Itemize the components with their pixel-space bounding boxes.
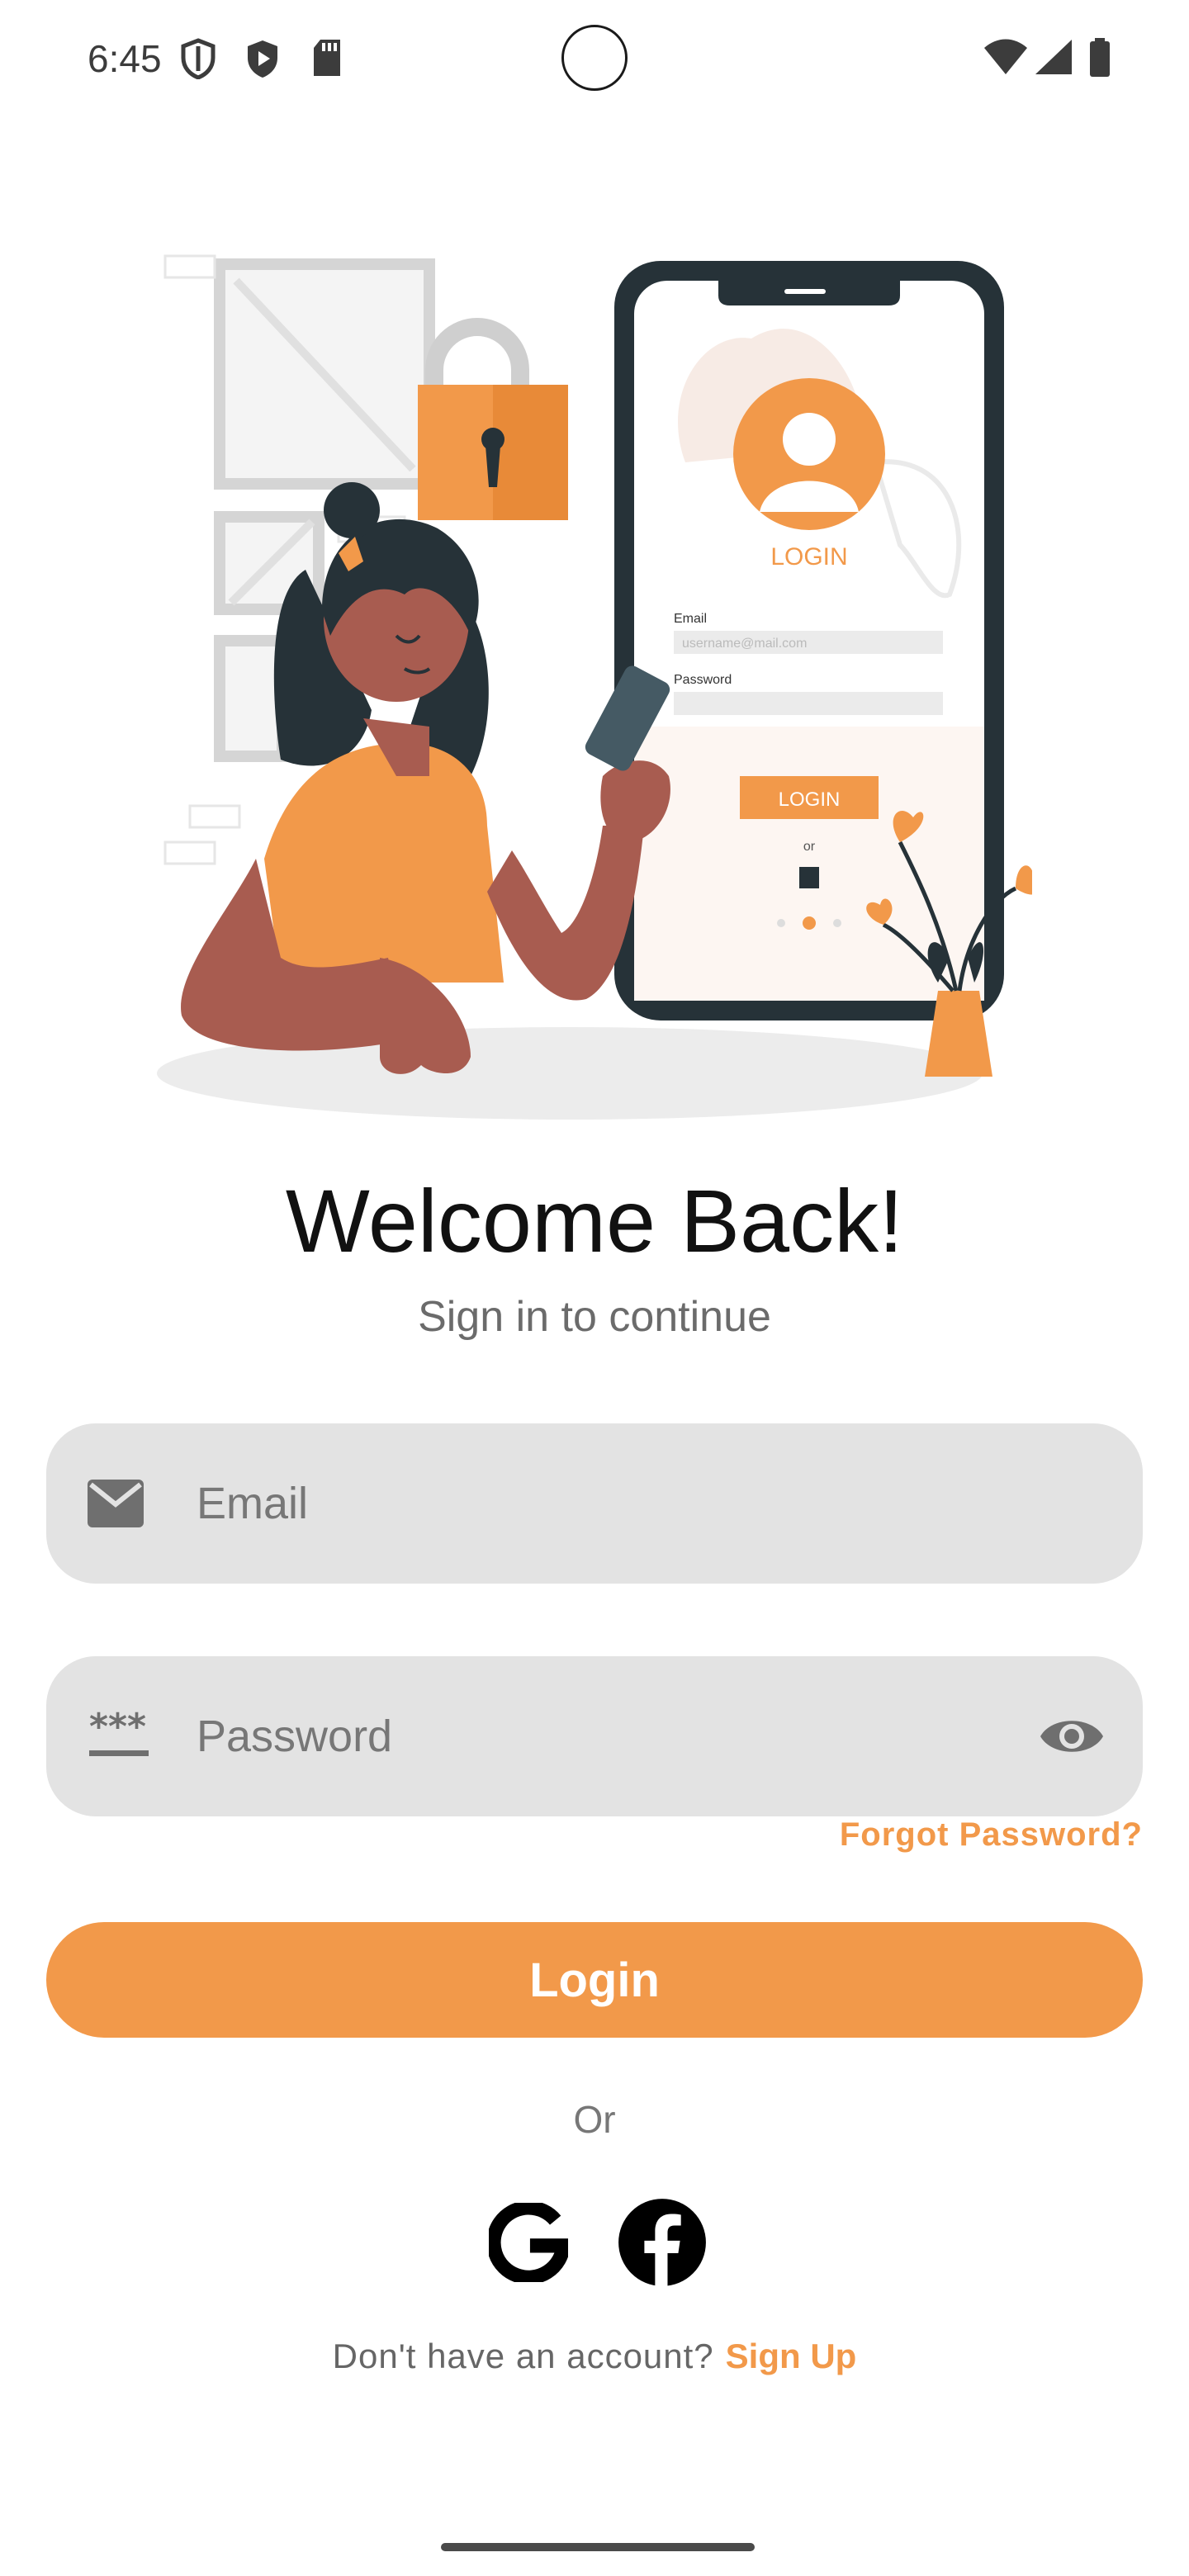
status-bar: 6:45 — [0, 0, 1189, 116]
play-protect-icon — [248, 40, 277, 78]
phone-mockup: LOGIN Email username@mail.com Password L… — [614, 261, 1004, 1020]
password-input[interactable] — [197, 1656, 1022, 1816]
mail-icon — [88, 1480, 144, 1527]
email-field[interactable] — [46, 1423, 1143, 1584]
page-title: Welcome Back! — [285, 1171, 904, 1271]
page-subtitle: Sign in to continue — [418, 1293, 771, 1341]
illustration-title: LOGIN — [770, 543, 847, 571]
illustration-password-label: Password — [674, 673, 732, 687]
home-indicator[interactable] — [441, 2543, 755, 2551]
or-divider: Or — [573, 2098, 616, 2141]
eye-icon[interactable] — [1039, 1707, 1105, 1765]
google-icon[interactable] — [489, 2203, 568, 2282]
camera-cutout — [561, 25, 628, 91]
sd-card-icon — [314, 40, 340, 76]
signup-row: Don't have an account? Sign Up — [0, 2337, 1189, 2376]
login-illustration: LOGIN Email username@mail.com Password L… — [157, 254, 1032, 1120]
svg-text:***: *** — [89, 1707, 146, 1748]
password-icon: *** — [89, 1707, 149, 1756]
status-time: 6:45 — [88, 37, 162, 80]
shield-icon — [181, 38, 216, 79]
email-input[interactable] — [197, 1423, 1022, 1584]
facebook-icon[interactable] — [618, 2198, 707, 2287]
illustration-or: or — [803, 840, 816, 854]
padlock — [418, 318, 568, 520]
illustration-button: LOGIN — [779, 788, 841, 811]
password-field[interactable]: *** — [46, 1656, 1143, 1816]
login-button[interactable]: Login — [46, 1922, 1143, 2038]
cell-signal-icon — [1035, 40, 1072, 74]
battery-icon — [1090, 38, 1110, 77]
wifi-icon — [984, 39, 1027, 74]
signup-link[interactable]: Sign Up — [726, 2337, 857, 2375]
illustration-email-placeholder: username@mail.com — [682, 637, 807, 651]
illustration-email-label: Email — [674, 612, 707, 626]
signup-prompt: Don't have an account? — [332, 2337, 714, 2375]
forgot-password-link[interactable]: Forgot Password? — [840, 1816, 1143, 1854]
